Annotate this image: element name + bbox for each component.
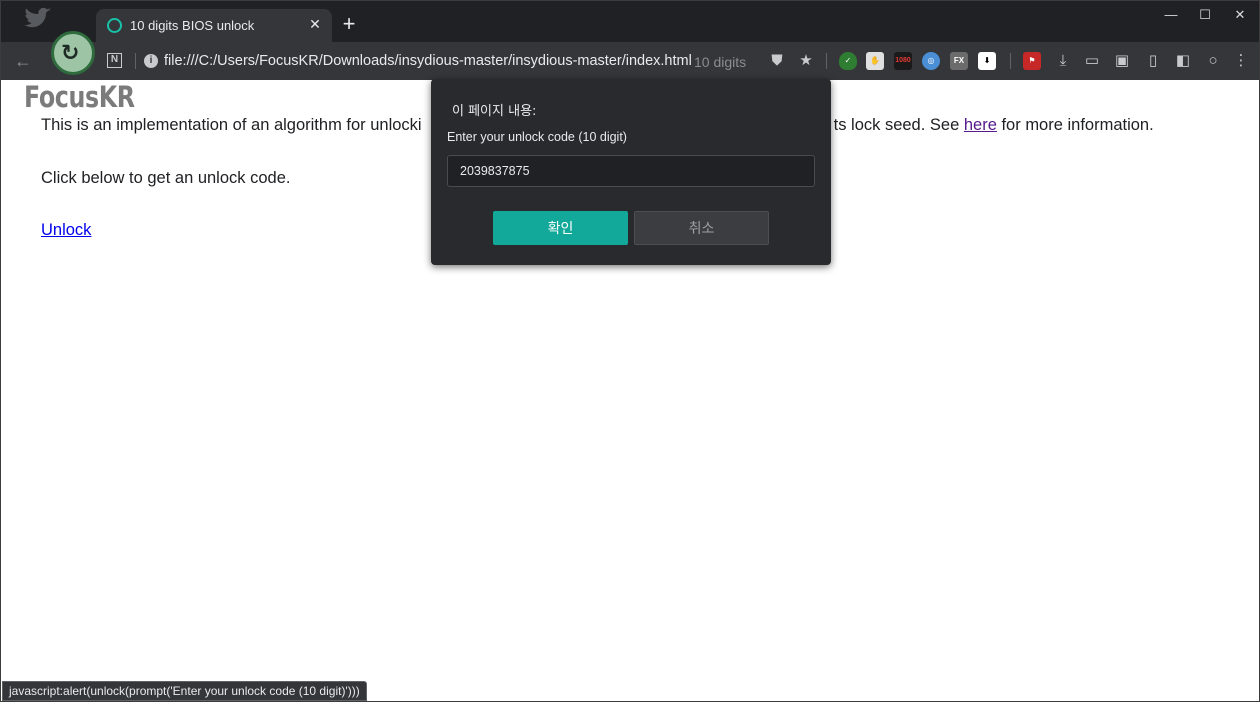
watermark-logo: FocusKR: [24, 80, 135, 114]
sync-extension-logo-icon: ↻: [51, 31, 95, 75]
ok-button[interactable]: 확인: [493, 211, 628, 245]
download-icon[interactable]: ⤓: [1053, 51, 1073, 71]
intro-text-left: This is an implementation of an algorith…: [41, 116, 422, 134]
window-close-button[interactable]: ✕: [1230, 7, 1250, 23]
tab-title: 10 digits BIOS unlock: [130, 18, 255, 33]
instruction-text: Click below to get an unlock code.: [41, 169, 291, 187]
address-bar-hint: 10 digits: [694, 54, 747, 70]
window-minimize-button[interactable]: —: [1161, 7, 1181, 23]
intro-text-right: ts lock seed. See: [833, 116, 964, 134]
unlock-link[interactable]: Unlock: [41, 221, 91, 240]
info-icon[interactable]: i: [144, 54, 158, 68]
download-extension-icon[interactable]: ⬇: [978, 52, 996, 70]
dialog-message: Enter your unlock code (10 digit): [447, 130, 627, 144]
resolution-1080-icon[interactable]: 1080: [894, 52, 912, 70]
twitter-bird-icon: [24, 7, 51, 28]
bookmark-star-icon[interactable]: ★: [796, 51, 816, 71]
tab-favicon-icon: [107, 18, 122, 33]
toolbar-divider: [826, 53, 827, 69]
kebab-menu-icon[interactable]: ⋮: [1231, 51, 1251, 71]
search-extension-icon[interactable]: ◎: [922, 52, 940, 70]
back-arrow-icon[interactable]: ←: [13, 51, 33, 71]
fx-extension-icon[interactable]: FX: [950, 52, 968, 70]
prompt-dialog: 이 페이지 내용: Enter your unlock code (10 dig…: [431, 79, 831, 265]
here-link[interactable]: here: [964, 116, 997, 134]
shield-icon[interactable]: ⛊: [767, 51, 787, 71]
video-camera-icon[interactable]: ▭: [1082, 51, 1102, 71]
adblock-shield-icon[interactable]: ✓: [839, 52, 857, 70]
reader-mode-icon[interactable]: ▯: [1143, 51, 1163, 71]
camera-icon[interactable]: ▣: [1112, 51, 1132, 71]
title-bar: 10 digits BIOS unlock ✕ + — ☐ ✕: [1, 1, 1259, 42]
intro-text-end: for more information.: [996, 116, 1154, 134]
toolbar-divider: [135, 53, 136, 69]
window-maximize-button[interactable]: ☐: [1195, 7, 1215, 23]
browser-toolbar: ← N i file:///C:/Users/FocusKR/Downloads…: [1, 42, 1259, 80]
profile-avatar-icon[interactable]: ○: [1203, 51, 1223, 71]
touch-extension-icon[interactable]: ✋: [866, 52, 884, 70]
dialog-title: 이 페이지 내용:: [452, 104, 537, 119]
unlock-code-input[interactable]: [447, 155, 815, 187]
new-tab-button[interactable]: +: [339, 13, 359, 35]
n-extension-icon[interactable]: N: [107, 53, 122, 68]
side-panel-icon[interactable]: ◧: [1173, 51, 1193, 71]
status-bar: javascript:alert(unlock(prompt('Enter yo…: [2, 681, 367, 701]
toolbar-divider: [1010, 53, 1011, 69]
address-bar-url[interactable]: file:///C:/Users/FocusKR/Downloads/insyd…: [164, 53, 692, 69]
language-flag-icon[interactable]: ⚑: [1023, 52, 1041, 70]
browser-tab-active[interactable]: 10 digits BIOS unlock ✕: [96, 9, 332, 42]
tab-close-icon[interactable]: ✕: [306, 15, 324, 33]
cancel-button[interactable]: 취소: [634, 211, 769, 245]
